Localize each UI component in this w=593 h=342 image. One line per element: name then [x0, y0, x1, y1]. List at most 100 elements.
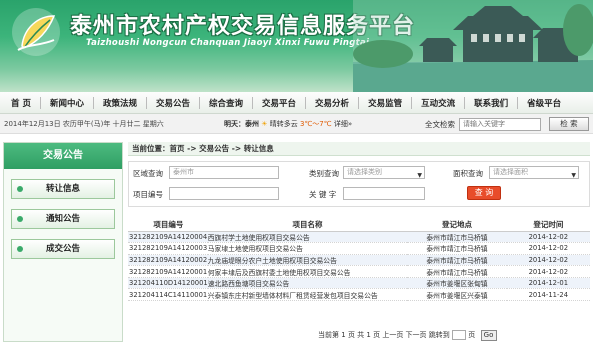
table-row[interactable]: 321282109A14120004 西旗村学土地使用权项目交易公告 泰州市靖江市马… [128, 231, 590, 244]
region-field[interactable]: 泰州市 [169, 166, 279, 179]
area-select[interactable]: 请选择面积 ▼ [489, 166, 579, 179]
cell-location: 泰州市靖江市马桥镇 [407, 231, 507, 244]
listing-table: 项目编号 项目名称 登记地点 登记时间 321282109A14120004 西旗… [128, 219, 590, 302]
cell-project-no: 321204110D14120001 [128, 277, 208, 290]
table-row[interactable]: 321204110D14120001 速北路西鱼塘项目交易公告 泰州市姜堰区张甸镇 2… [128, 277, 590, 290]
keyword-label: 关 键 字 [309, 190, 337, 199]
cell-project-name[interactable]: 速北路西鱼塘项目交易公告 [207, 277, 408, 290]
type-label: 类别查询 [309, 169, 339, 178]
cell-date: 2014-12-02 [506, 265, 590, 278]
nav-item[interactable]: 交易公告 [147, 97, 199, 109]
nav-item[interactable]: 综合查询 [200, 97, 252, 109]
cell-location: 泰州市靖江市马桥镇 [407, 265, 507, 278]
nav-item[interactable]: 新闻中心 [41, 97, 93, 109]
pager-mid: 页 共 [347, 331, 365, 339]
nav-item[interactable]: 交易监管 [359, 97, 411, 109]
area-value: 请选择面积 [493, 168, 528, 176]
sidebar-item-label: 转让信息 [45, 184, 80, 194]
nav-item[interactable]: 首 页 [2, 97, 40, 109]
main-nav: 首 页新闻中心 政策法规 交易公告 综合查询 交易平台 交易分析 交易监管 互动交流 联系我们省… [0, 92, 593, 114]
pager-current: 1 [341, 331, 346, 339]
cell-project-no: 321282109A14120004 [128, 231, 208, 244]
table-header-row: 项目编号 项目名称 登记地点 登记时间 [128, 219, 590, 232]
cell-location: 泰州市靖江市马桥镇 [407, 254, 507, 267]
sidebar: 交易公告 转让信息 通知公告 成交公告 [3, 142, 123, 342]
fulltext-search: 全文检索 检 索 [425, 117, 589, 131]
chevron-down-icon: ▼ [417, 172, 422, 179]
region-label: 区域查询 [133, 169, 163, 178]
cell-date: 2014-12-02 [506, 254, 590, 267]
sidebar-item-label: 成交公告 [45, 244, 80, 254]
sidebar-item-notices[interactable]: 通知公告 [11, 209, 115, 229]
col-location: 登记地点 [407, 219, 507, 232]
cell-date: 2014-11-24 [506, 288, 590, 302]
nav-item[interactable]: 交易分析 [306, 97, 358, 109]
region-value: 泰州市 [173, 168, 194, 176]
cell-project-name[interactable]: 兴泰镇东庄村新型墙体材料厂租赁经营发包项目交易公告 [207, 288, 408, 302]
weather-label: 明天：泰州 [224, 119, 259, 128]
area-label: 面积查询 [453, 169, 483, 178]
cell-date: 2014-12-01 [506, 277, 590, 290]
cell-project-no: 321282109A14120002 [128, 254, 208, 267]
nav-item[interactable]: 省级平台 [518, 97, 570, 109]
nav-item[interactable]: 政策法规 [94, 97, 146, 109]
search-label: 全文检索 [425, 119, 455, 129]
sun-icon: ☀ [261, 119, 268, 128]
search-button[interactable]: 检 索 [549, 117, 589, 131]
bullet-icon [17, 186, 23, 192]
col-date: 登记时间 [506, 219, 590, 232]
cell-project-name[interactable]: 马家埭土地使用权项目交易公告 [207, 242, 408, 255]
weather-temp: 3℃～7℃ [299, 119, 332, 128]
sidebar-item-transfer-info[interactable]: 转让信息 [11, 179, 115, 199]
cell-project-name[interactable]: 何家丰埭后及西旗村委土地使用权项目交易公告 [207, 265, 408, 278]
keyword-input[interactable] [343, 187, 425, 200]
cell-date: 2014-12-02 [506, 231, 590, 244]
search-input[interactable] [459, 117, 541, 131]
cell-location: 泰州市靖江市马桥镇 [407, 242, 507, 255]
page-jump-input[interactable] [452, 330, 467, 340]
cell-project-no: 321282109A14120003 [128, 242, 208, 255]
sidebar-menu: 转让信息 通知公告 成交公告 [4, 169, 122, 279]
pagination: 当前第 1 页 共 1 页 上一页 下一页 跳转到 页 Go [318, 330, 497, 341]
page: 泰州市农村产权交易信息服务平台 Taizhoushi Nongcun Chanq… [0, 0, 593, 342]
banner-scene-image [353, 0, 593, 92]
sidebar-title: 交易公告 [4, 143, 122, 169]
col-project-no: 项目编号 [128, 219, 208, 232]
pager-prefix: 当前第 [318, 331, 339, 339]
sidebar-item-deal-notices[interactable]: 成交公告 [11, 239, 115, 259]
table-row[interactable]: 321282109A14120002 九龙庙堤眼分农户土地使用权项目交易公告 泰州市… [128, 254, 590, 267]
weather-detail-link[interactable]: 详细» [334, 120, 352, 128]
cell-project-no: 321282109A14120001 [128, 265, 208, 278]
site-subtitle: Taizhoushi Nongcun Chanquan Jiaoyi Xinxi… [86, 38, 370, 48]
cell-date: 2014-12-02 [506, 242, 590, 255]
go-button[interactable]: Go [480, 330, 497, 341]
pager-tail: 页 [468, 331, 476, 339]
weather-text: 明天：泰州 ☀ 晴转多云 3℃～7℃ 详细» [224, 119, 352, 129]
logo-icon [12, 8, 60, 56]
table-row[interactable]: 321204114C14110001 兴泰镇东庄村新型墙体材料厂租赁经营发包项目交… [128, 288, 590, 302]
project-no-label: 项目编号 [133, 190, 163, 199]
chevron-down-icon: ▼ [571, 172, 576, 179]
project-no-input[interactable] [169, 187, 279, 200]
date-text: 2014年12月13日 农历甲午(马)年 十月廿二 星期六 [4, 119, 164, 128]
pager-links[interactable]: 页 上一页 下一页 跳转到 [373, 331, 450, 339]
query-button[interactable]: 查 询 [467, 186, 501, 200]
weather-desc: 晴转多云 [269, 119, 298, 128]
sidebar-item-label: 通知公告 [45, 214, 80, 224]
table-row[interactable]: 321282109A14120001 何家丰埭后及西旗村委土地使用权项目交易公告泰… [128, 265, 590, 278]
cell-location: 泰州市姜堰区兴泰镇 [407, 288, 507, 302]
cell-project-name[interactable]: 西旗村学土地使用权项目交易公告 [207, 231, 408, 244]
cell-project-name[interactable]: 九龙庙堤眼分农户土地使用权项目交易公告 [207, 254, 408, 267]
info-bar: 2014年12月13日 农历甲午(马)年 十月廿二 星期六 明天：泰州 ☀ 晴转… [0, 114, 593, 134]
col-project-name: 项目名称 [207, 219, 408, 232]
table-row[interactable]: 321282109A14120003 马家埭土地使用权项目交易公告 泰州市靖江市马桥… [128, 242, 590, 255]
filter-panel: 区域查询 泰州市 类别查询 请选择类别 ▼ 面积查询 请选择面积 ▼ 项目编号 … [128, 161, 590, 207]
nav-item[interactable]: 互动交流 [412, 97, 464, 109]
bullet-icon [17, 246, 23, 252]
nav-item[interactable]: 交易平台 [253, 97, 305, 109]
breadcrumb: 当前位置：首页 -> 交易公告 -> 转让信息 [128, 142, 590, 156]
header-banner: 泰州市农村产权交易信息服务平台 Taizhoushi Nongcun Chanq… [0, 0, 593, 92]
type-select[interactable]: 请选择类别 ▼ [343, 166, 425, 179]
nav-item[interactable]: 联系我们 [465, 97, 517, 109]
pager-total: 1 [366, 331, 371, 339]
